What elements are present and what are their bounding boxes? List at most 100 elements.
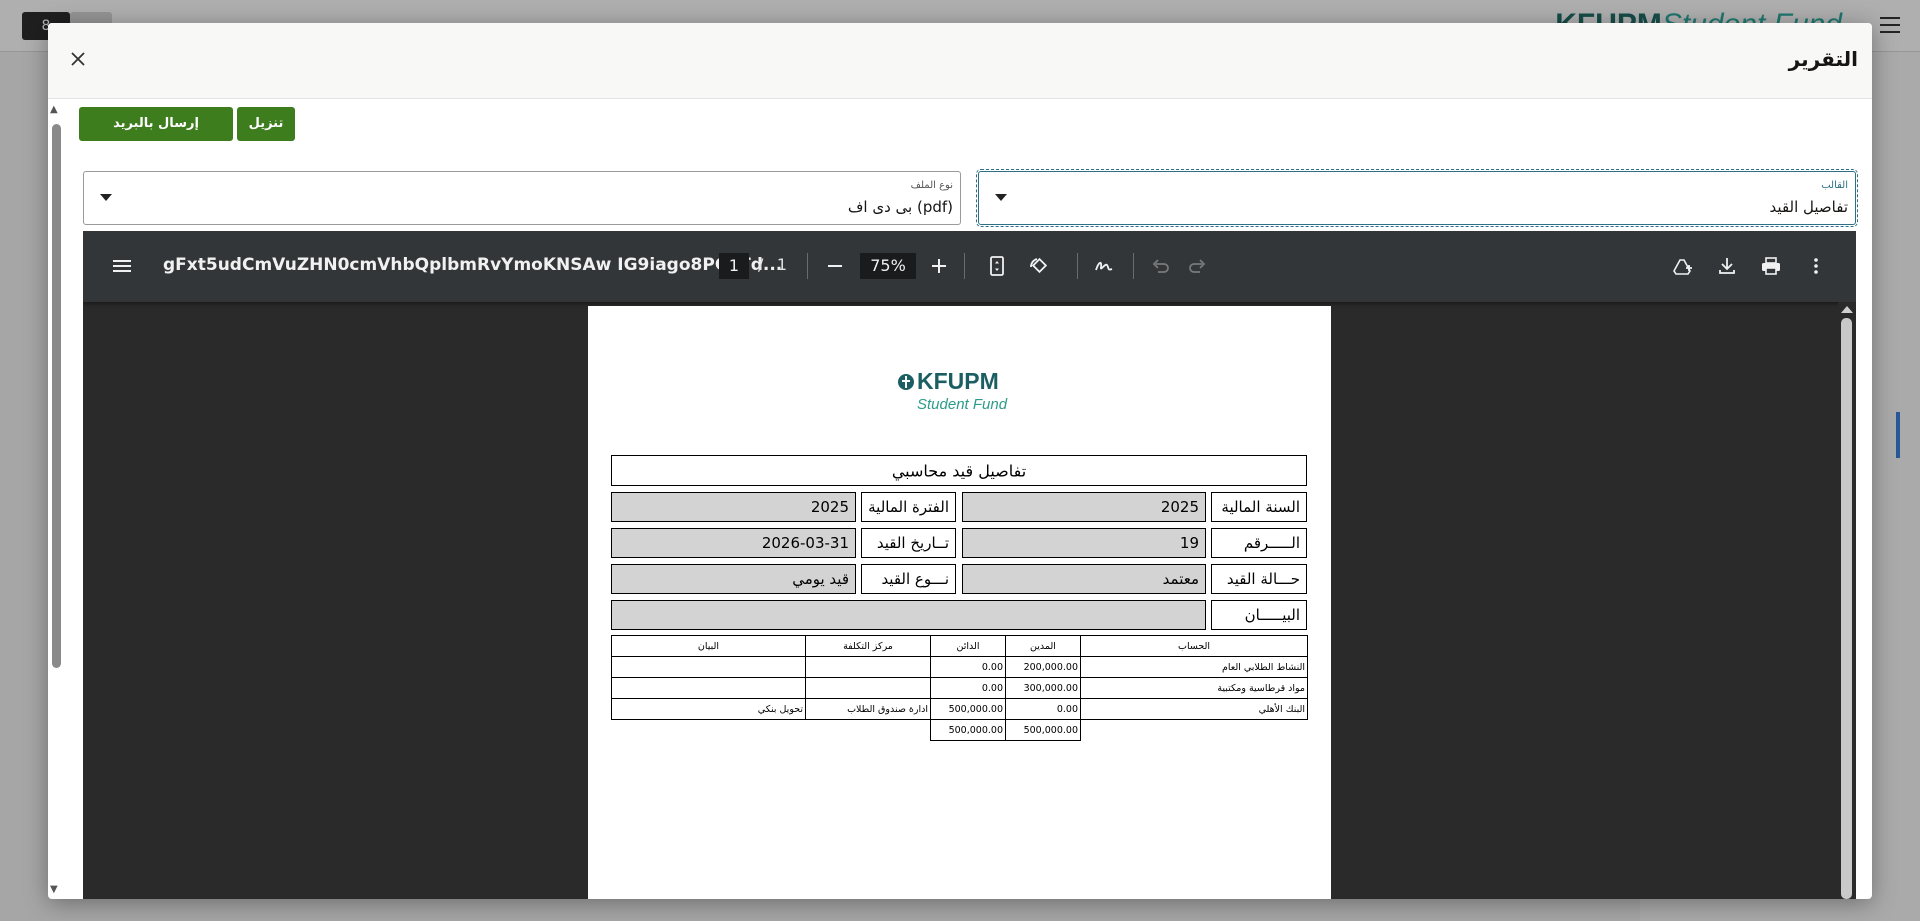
template-select-value: تفاصيل القيد [1769, 198, 1848, 216]
zoom-out-icon[interactable] [824, 255, 846, 277]
cell-description [611, 677, 806, 699]
report-title: تفاصيل قيد محاسبي [891, 461, 1027, 480]
pdf-scrollbar[interactable] [1838, 302, 1856, 899]
filetype-select[interactable]: نوع الملف بی دی اف (pdf) [83, 171, 961, 225]
scroll-down-arrow-icon[interactable]: ▼ [50, 884, 58, 895]
number-value-box: 19 [962, 528, 1206, 558]
entry-type-value-box: قيد يومي [611, 564, 856, 594]
entry-date-label: تــاريخ القيد [876, 534, 949, 552]
pdf-filename: gFxt5udCmVuZHN0cmVhbQplbmRvYmoKNSAw IG9i… [163, 255, 783, 275]
journal-lines-table: البيان مركز التكلفة الدائن المدين الحساب… [611, 635, 1308, 741]
report-dialog: التقرير ▲ ▼ تنزيل إرسال بالبريد الإلكترو… [48, 23, 1872, 899]
col-header-cost-center: مركز التكلفة [805, 635, 931, 657]
cell-cost-center: ادارة صندوق الطلاب [805, 698, 931, 720]
cell-cost-center [805, 656, 931, 678]
dialog-scroll-thumb[interactable] [52, 124, 61, 668]
fiscal-year-label-box: السنة المالية [1211, 492, 1307, 522]
cell-debit: 0.00 [1005, 698, 1081, 720]
email-button[interactable]: إرسال بالبريد الإلكتروني [79, 107, 233, 165]
dialog-header: التقرير [48, 23, 1872, 99]
download-icon[interactable] [1716, 255, 1738, 277]
fiscal-period-label: الفترة المالية [868, 498, 949, 516]
blank-cell [1081, 720, 1308, 741]
kfupm-logo-icon [898, 374, 914, 390]
fiscal-period-value: 2025 [810, 498, 849, 516]
fiscal-year-label: السنة المالية [1221, 498, 1300, 516]
toolbar-divider [807, 253, 808, 279]
draw-icon[interactable] [1093, 255, 1115, 277]
undo-icon[interactable] [1150, 255, 1172, 277]
number-label: الـــــرقم [1243, 534, 1300, 552]
entry-type-label: نـــوع القيد [881, 570, 949, 588]
page-separator: / [758, 255, 764, 274]
entry-date-value-box: 2026-03-31 [611, 528, 856, 558]
fiscal-period-value-box: 2025 [611, 492, 856, 522]
more-icon[interactable] [1805, 255, 1827, 277]
total-debit: 500,000.00 [1005, 719, 1081, 741]
pdf-page: KFUPM Student Fund تفاصيل قيد محاسبي الس… [588, 306, 1331, 899]
entry-date-label-box: تــاريخ القيد [861, 528, 956, 558]
blank-cell [612, 720, 806, 741]
toolbar-divider [964, 253, 965, 279]
page-number-input[interactable]: 1 [719, 253, 749, 279]
save-to-drive-icon[interactable] [1671, 255, 1693, 277]
toolbar-divider [1133, 253, 1134, 279]
number-value: 19 [1179, 534, 1199, 552]
chevron-down-icon[interactable] [100, 194, 112, 201]
cell-account: مواد قرطاسية ومكتبية [1080, 677, 1308, 699]
number-label-box: الـــــرقم [1211, 528, 1307, 558]
cell-credit: 0.00 [930, 656, 1006, 678]
logo-main-text: KFUPM [917, 368, 999, 394]
status-label-box: حـــالة القيد [1211, 564, 1307, 594]
cell-cost-center [805, 677, 931, 699]
fiscal-year-value-box: 2025 [962, 492, 1206, 522]
entry-date-value: 2026-03-31 [761, 534, 849, 552]
template-select-label: القالب [1821, 180, 1848, 191]
cell-credit: 500,000.00 [930, 698, 1006, 720]
entry-type-label-box: نـــوع القيد [861, 564, 956, 594]
table-row: تحويل بنكي ادارة صندوق الطلاب 500,000.00… [611, 698, 1308, 720]
toolbar-divider [1077, 253, 1078, 279]
status-label: حـــالة القيد [1226, 570, 1300, 588]
scroll-up-arrow-icon[interactable] [1841, 306, 1853, 313]
fit-page-icon[interactable] [986, 255, 1008, 277]
cell-description [611, 656, 806, 678]
cell-account: النشاط الطلابي العام [1080, 656, 1308, 678]
close-icon[interactable] [66, 47, 90, 71]
col-header-account: الحساب [1080, 635, 1308, 657]
description-label-box: البيـــــان [1211, 600, 1307, 630]
filetype-select-label: نوع الملف [910, 180, 953, 191]
menu-icon[interactable] [111, 255, 133, 277]
blank-cell [806, 720, 931, 741]
status-value-box: معتمد [962, 564, 1206, 594]
table-header-row: البيان مركز التكلفة الدائن المدين الحساب [611, 635, 1308, 657]
scroll-up-arrow-icon[interactable]: ▲ [50, 104, 58, 115]
zoom-level-input[interactable]: 75% [860, 253, 916, 279]
total-credit: 500,000.00 [930, 719, 1006, 741]
logo-sub-text: Student Fund [917, 396, 1008, 413]
kfupm-logo: KFUPM Student Fund [897, 368, 1027, 416]
chevron-down-icon[interactable] [995, 194, 1007, 201]
status-value: معتمد [1162, 570, 1199, 588]
print-icon[interactable] [1760, 255, 1782, 277]
redo-icon[interactable] [1186, 255, 1208, 277]
template-select[interactable]: القالب تفاصيل القيد [976, 169, 1858, 227]
col-header-debit: المدين [1005, 635, 1081, 657]
dialog-title: التقرير [1788, 47, 1858, 71]
cell-credit: 0.00 [930, 677, 1006, 699]
cell-debit: 300,000.00 [1005, 677, 1081, 699]
pdf-scroll-thumb[interactable] [1841, 318, 1852, 899]
pdf-viewer: gFxt5udCmVuZHN0cmVhbQplbmRvYmoKNSAw IG9i… [83, 231, 1856, 899]
zoom-in-icon[interactable] [928, 255, 950, 277]
description-label: البيـــــان [1244, 606, 1300, 624]
table-totals-row: 500,000.00 500,000.00 [612, 719, 1308, 741]
cell-debit: 200,000.00 [1005, 656, 1081, 678]
rotate-icon[interactable] [1027, 255, 1049, 277]
col-header-description: البيان [611, 635, 806, 657]
dialog-scrollbar[interactable]: ▲ ▼ [48, 100, 66, 899]
table-row: 0.00 300,000.00 مواد قرطاسية ومكتبية [611, 677, 1308, 699]
download-button[interactable]: تنزيل [237, 107, 295, 141]
pdf-toolbar: gFxt5udCmVuZHN0cmVhbQplbmRvYmoKNSAw IG9i… [83, 231, 1856, 302]
fiscal-year-value: 2025 [1160, 498, 1199, 516]
table-row: 0.00 200,000.00 النشاط الطلابي العام [611, 656, 1308, 678]
